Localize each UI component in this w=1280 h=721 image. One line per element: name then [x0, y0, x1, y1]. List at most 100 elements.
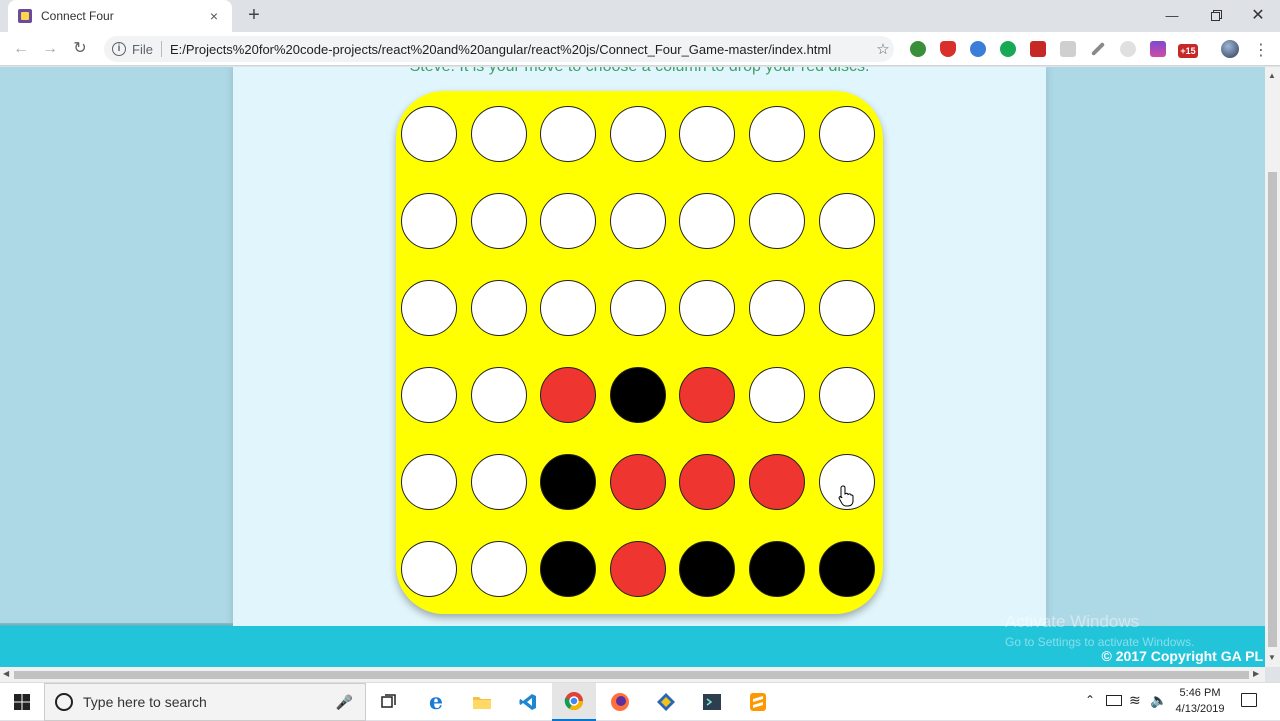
sourcetree-icon[interactable]	[644, 683, 688, 721]
taskbar-search-input[interactable]: Type here to search 🎤	[44, 683, 366, 721]
board-cell-r2-c4-empty[interactable]	[609, 193, 666, 249]
clock-date[interactable]: 4/13/2019	[1170, 703, 1230, 715]
game-container: Steve: It is your move to choose a colum…	[233, 67, 1046, 627]
board-cell-r2-c1-empty[interactable]	[401, 193, 457, 249]
horizontal-scrollbar[interactable]: ◀ ▶	[0, 667, 1265, 682]
board-cell-r1-c5-empty[interactable]	[679, 106, 736, 162]
firefox-icon[interactable]	[598, 683, 642, 721]
scroll-down-icon[interactable]: ▼	[1268, 653, 1276, 662]
url-text[interactable]: E:/Projects%20for%20code-projects/react%…	[170, 42, 872, 57]
board-cell-r2-c5-empty[interactable]	[679, 193, 736, 249]
terminal-icon[interactable]	[690, 683, 734, 721]
board-cell-r3-c5-empty[interactable]	[679, 280, 736, 336]
extension-shield-icon[interactable]	[940, 41, 956, 57]
extension-grammarly-icon[interactable]	[1000, 41, 1016, 57]
reload-icon[interactable]: ↻	[69, 39, 91, 59]
board-cell-r1-c7-empty[interactable]	[818, 106, 875, 162]
scroll-up-icon[interactable]: ▲	[1268, 71, 1276, 80]
info-icon[interactable]: i	[112, 42, 126, 56]
tab-connect-four[interactable]: Connect Four ×	[8, 0, 232, 32]
clock-time[interactable]: 5:46 PM	[1170, 687, 1230, 699]
vertical-scroll-thumb[interactable]	[1268, 172, 1277, 647]
tray-chevron-icon[interactable]: ⌃	[1085, 693, 1095, 707]
board-cell-r6-c7-black[interactable]	[818, 541, 875, 597]
minimize-icon[interactable]: —	[1150, 0, 1194, 30]
board-cell-r1-c3-empty[interactable]	[540, 106, 597, 162]
board-cell-r5-c2-empty[interactable]	[470, 454, 527, 510]
close-window-icon[interactable]: ✕	[1236, 0, 1280, 30]
profile-avatar[interactable]	[1221, 40, 1239, 58]
board-cell-r3-c1-empty[interactable]	[401, 280, 457, 336]
board-cell-r6-c5-black[interactable]	[679, 541, 736, 597]
board-cell-r1-c4-empty[interactable]	[609, 106, 666, 162]
address-bar[interactable]: i File E:/Projects%20for%20code-projects…	[104, 36, 894, 62]
board-cell-r2-c6-empty[interactable]	[749, 193, 805, 249]
vscode-icon[interactable]	[506, 683, 550, 721]
board-cell-r6-c6-black[interactable]	[749, 541, 805, 597]
board-cell-r6-c3-black[interactable]	[540, 541, 597, 597]
back-icon[interactable]: ←	[10, 39, 32, 59]
notifications-icon[interactable]	[1241, 693, 1257, 707]
board-cell-r6-c4-red[interactable]	[609, 541, 666, 597]
board-cell-r4-c4-black[interactable]	[609, 367, 666, 423]
extension-a-icon[interactable]	[970, 41, 986, 57]
windows-start-icon[interactable]	[0, 683, 44, 721]
scroll-left-icon[interactable]: ◀	[3, 669, 9, 678]
copyright-text: © 2017 Copyright GA PL	[1101, 648, 1264, 664]
volume-icon[interactable]: 🔈	[1150, 692, 1167, 709]
board-cell-r3-c2-empty[interactable]	[470, 280, 527, 336]
restore-icon[interactable]	[1194, 0, 1238, 30]
board-cell-r3-c6-empty[interactable]	[749, 280, 805, 336]
tab-close-icon[interactable]: ×	[206, 8, 222, 24]
board-cell-r3-c4-empty[interactable]	[609, 280, 666, 336]
board-cell-r1-c1-empty[interactable]	[401, 106, 457, 162]
board-cell-r4-c5-red[interactable]	[679, 367, 736, 423]
board-cell-r5-c5-red[interactable]	[679, 454, 736, 510]
board-cell-r4-c1-empty[interactable]	[401, 367, 457, 423]
file-explorer-icon[interactable]	[460, 683, 504, 721]
board-cell-r6-c1-empty[interactable]	[401, 541, 457, 597]
board-cell-r4-c3-red[interactable]	[540, 367, 597, 423]
browser-toolbar: ← → ↻ i File E:/Projects%20for%20code-pr…	[0, 32, 1280, 66]
extension-red-icon[interactable]	[1030, 41, 1046, 57]
sublime-text-icon[interactable]	[736, 683, 780, 721]
board-cell-r3-c7-empty[interactable]	[818, 280, 875, 336]
board-cell-r5-c1-empty[interactable]	[401, 454, 457, 510]
battery-icon[interactable]	[1106, 695, 1122, 706]
windows-taskbar: Type here to search 🎤 e ⌃ ≋ 🔈 5:46 PM 4/…	[0, 682, 1280, 721]
board-cell-r4-c2-empty[interactable]	[470, 367, 527, 423]
edge-browser-icon[interactable]: e	[414, 683, 458, 721]
cortana-icon	[55, 693, 73, 711]
activate-windows-subtitle: Go to Settings to activate Windows.	[1005, 635, 1195, 649]
bookmark-star-icon[interactable]: ☆	[872, 40, 894, 58]
board-cell-r2-c7-empty[interactable]	[818, 193, 875, 249]
extension-badge-icon[interactable]: +15	[1178, 44, 1198, 58]
scroll-right-icon[interactable]: ▶	[1253, 669, 1259, 678]
board-cell-r1-c2-empty[interactable]	[470, 106, 527, 162]
board-cell-r5-c3-black[interactable]	[540, 454, 597, 510]
chrome-icon[interactable]	[552, 683, 596, 721]
board-cell-r2-c3-empty[interactable]	[540, 193, 597, 249]
extension-globe-icon[interactable]	[910, 41, 926, 57]
board-cell-r6-c2-empty[interactable]	[470, 541, 527, 597]
extension-cube-icon[interactable]	[1060, 41, 1076, 57]
board-cell-r2-c2-empty[interactable]	[470, 193, 527, 249]
board-cell-r3-c3-empty[interactable]	[540, 280, 597, 336]
forward-icon[interactable]: →	[39, 39, 61, 59]
wifi-icon[interactable]: ≋	[1129, 692, 1141, 709]
extension-grey-icon[interactable]	[1120, 41, 1136, 57]
board-cell-r5-c4-red[interactable]	[609, 454, 666, 510]
vertical-scrollbar[interactable]: ▲ ▼	[1265, 67, 1280, 667]
microphone-icon[interactable]: 🎤	[336, 694, 353, 711]
horizontal-scroll-thumb[interactable]	[14, 671, 1249, 679]
menu-kebab-icon[interactable]: ⋮	[1253, 40, 1269, 60]
task-view-icon[interactable]	[368, 683, 412, 721]
omnibox-divider	[160, 41, 162, 57]
board-cell-r1-c6-empty[interactable]	[749, 106, 805, 162]
new-tab-button[interactable]: +	[244, 5, 264, 26]
board-cell-r4-c6-empty[interactable]	[749, 367, 805, 423]
extension-lines-icon[interactable]	[1150, 41, 1166, 57]
board-cell-r4-c7-empty[interactable]	[818, 367, 875, 423]
tab-strip: Connect Four × + — ✕	[0, 0, 1280, 32]
board-cell-r5-c6-red[interactable]	[749, 454, 805, 510]
